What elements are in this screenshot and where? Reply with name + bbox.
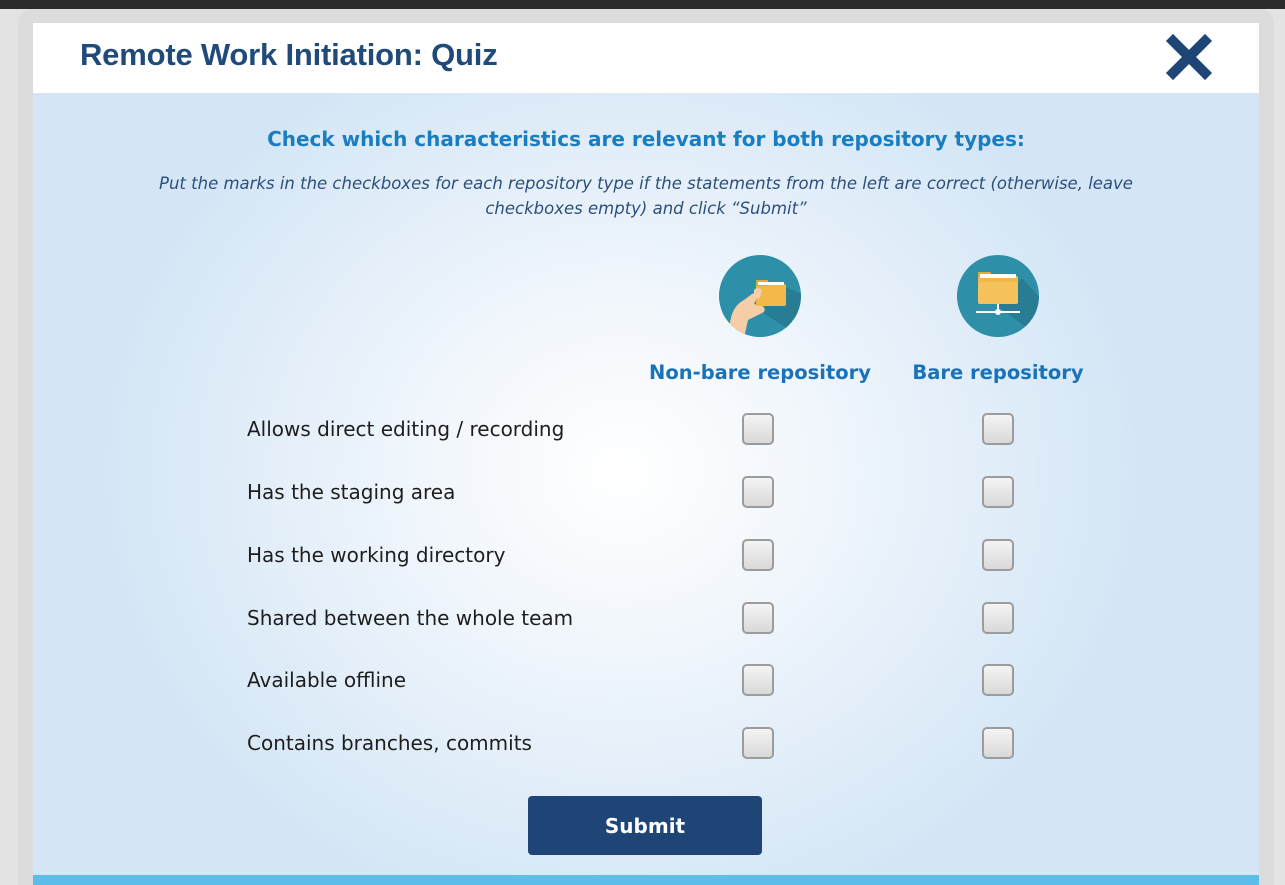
checkbox-non-bare-available-offline[interactable] — [742, 664, 774, 696]
checkbox-non-bare-shared-team[interactable] — [742, 602, 774, 634]
checkbox-bare-branches-commits[interactable] — [982, 727, 1014, 759]
window-top-bar — [0, 0, 1285, 9]
row-label-available-offline: Available offline — [247, 668, 406, 692]
quiz-question: Check which characteristics are relevant… — [267, 127, 1025, 151]
checkbox-non-bare-direct-editing[interactable] — [742, 413, 774, 445]
row-label-shared-team: Shared between the whole team — [247, 606, 574, 630]
checkbox-bare-direct-editing[interactable] — [982, 413, 1014, 445]
row-label-staging-area: Has the staging area — [247, 480, 456, 504]
bottom-accent-bar — [33, 875, 1259, 885]
close-x-icon — [1165, 33, 1213, 81]
checkbox-bare-shared-team[interactable] — [982, 602, 1014, 634]
dialog-header: Remote Work Initiation: Quiz — [33, 23, 1259, 93]
submit-button[interactable]: Submit — [528, 796, 762, 855]
checkbox-bare-staging-area[interactable] — [982, 476, 1014, 508]
hand-holding-folder-icon — [718, 254, 802, 338]
checkbox-bare-working-directory[interactable] — [982, 539, 1014, 571]
checkbox-non-bare-staging-area[interactable] — [742, 476, 774, 508]
column-label-bare: Bare repository — [912, 361, 1084, 384]
checkbox-non-bare-working-directory[interactable] — [742, 539, 774, 571]
close-button[interactable] — [1163, 31, 1215, 83]
checkbox-non-bare-branches-commits[interactable] — [742, 727, 774, 759]
shared-folder-icon — [956, 254, 1040, 338]
row-label-direct-editing: Allows direct editing / recording — [247, 417, 565, 441]
row-label-working-directory: Has the working directory — [247, 543, 506, 567]
column-label-non-bare: Non-bare repository — [649, 361, 871, 384]
checkbox-bare-available-offline[interactable] — [982, 664, 1014, 696]
row-label-branches-commits: Contains branches, commits — [247, 731, 532, 755]
quiz-instruction: Put the marks in the checkboxes for each… — [159, 174, 1133, 218]
quiz-dialog: Remote Work Initiation: Quiz Check which… — [33, 23, 1259, 885]
dialog-title: Remote Work Initiation: Quiz — [80, 37, 498, 72]
